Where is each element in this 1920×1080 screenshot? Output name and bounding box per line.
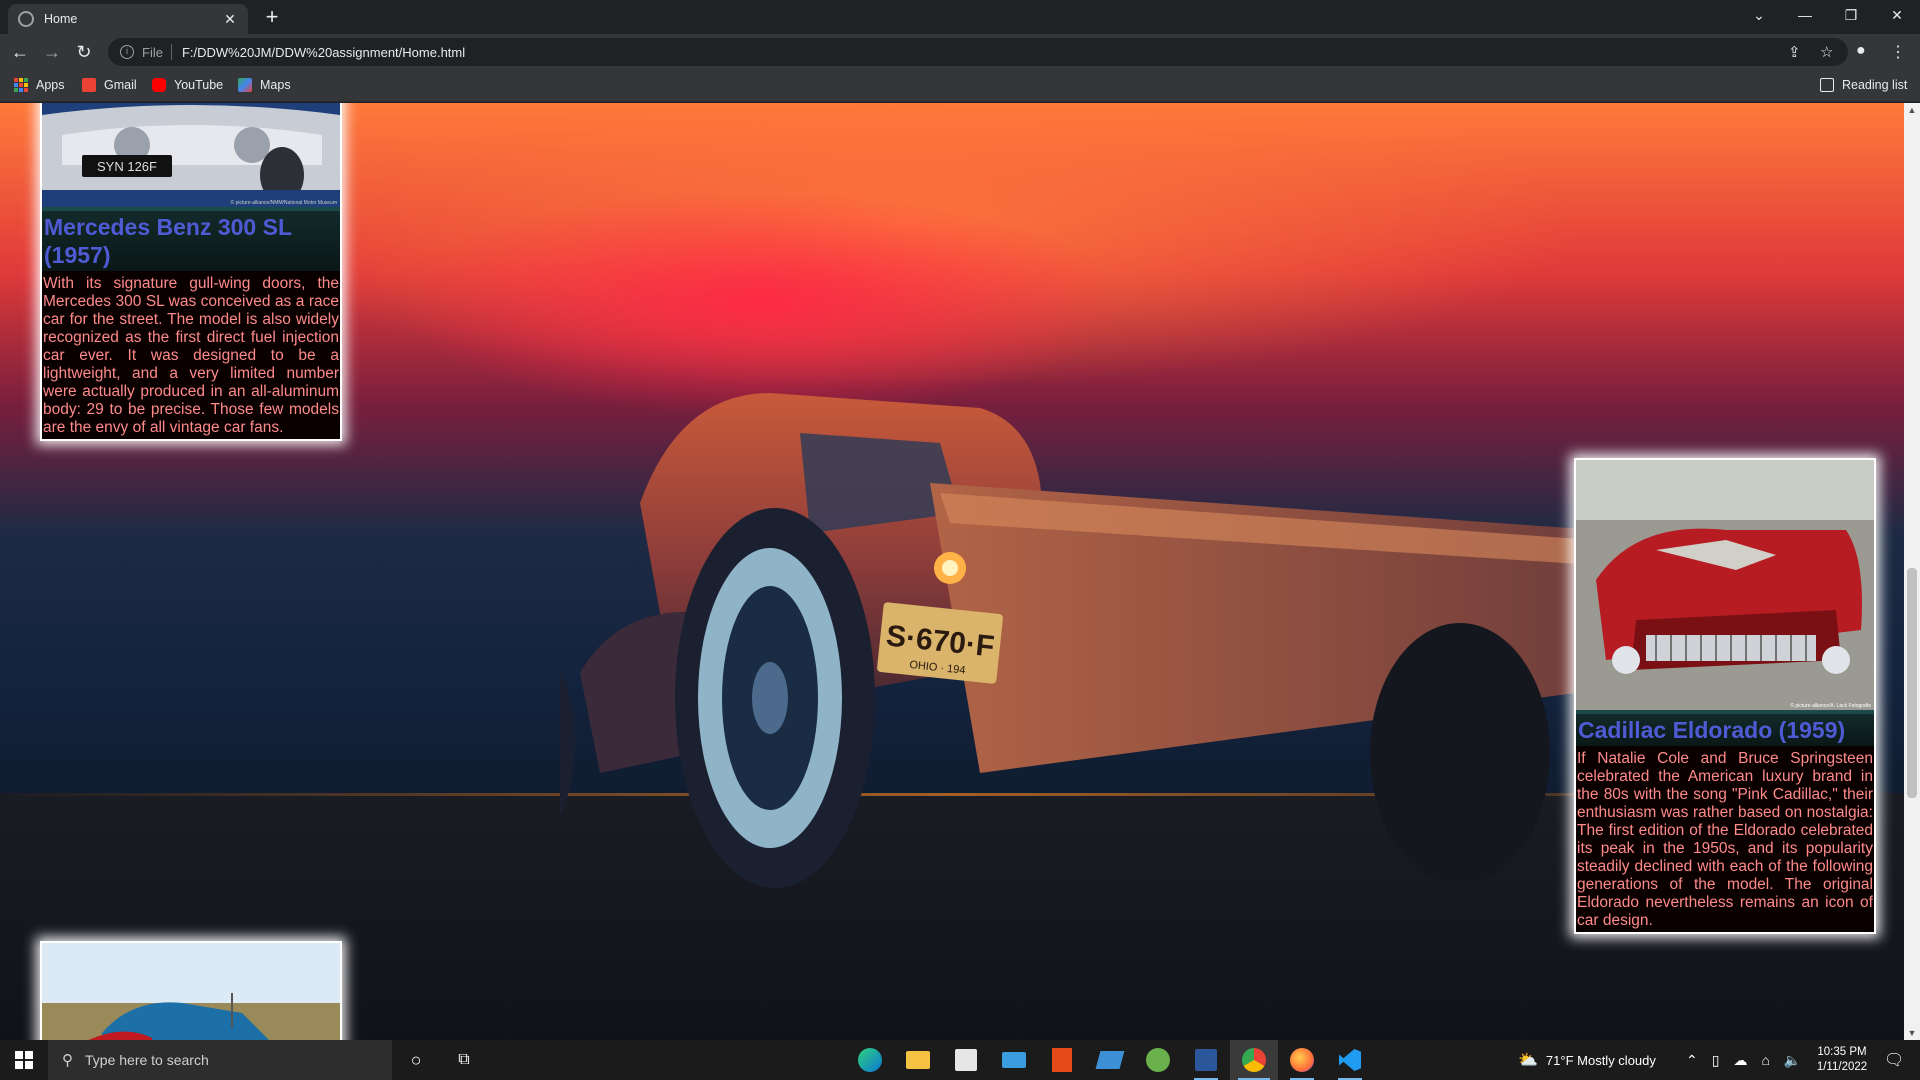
chevron-up-icon[interactable]: ⌃	[1686, 1052, 1698, 1069]
page-viewport: S·670·F OHIO · 194 SYN 126F © picture-al…	[0, 103, 1904, 1040]
search-icon: ⚲	[62, 1052, 73, 1069]
windows-start-icon[interactable]	[0, 1040, 48, 1080]
feedback-icon[interactable]	[1086, 1040, 1134, 1080]
new-tab-button[interactable]: +	[260, 6, 284, 28]
tab-search-icon[interactable]: ⌄	[1736, 0, 1782, 30]
store-icon[interactable]	[942, 1040, 990, 1080]
battery-icon[interactable]: ▯	[1712, 1052, 1720, 1069]
office-icon[interactable]	[1038, 1040, 1086, 1080]
maps-icon	[238, 78, 252, 92]
bookmark-gmail[interactable]: Gmail	[82, 78, 137, 92]
windows-taskbar: ⚲ Type here to search ○ ⧉ ⛅ 71°F Mostly …	[0, 1040, 1920, 1080]
hot-rod-truck-image: S·670·F OHIO · 194	[560, 393, 1650, 888]
url-scheme: File	[142, 44, 163, 60]
profile-icon[interactable]: ●	[1856, 42, 1866, 60]
scroll-up-arrow-icon[interactable]: ▲	[1904, 105, 1920, 115]
edge-icon[interactable]	[846, 1040, 894, 1080]
car-description: With its signature gull-wing doors, the …	[42, 271, 340, 439]
system-tray: ⌃ ▯ ☁ ⌂ 🔈	[1686, 1040, 1801, 1080]
reading-list-button[interactable]: Reading list	[1820, 78, 1907, 92]
gmail-icon	[82, 78, 96, 92]
info-icon[interactable]: i	[120, 45, 134, 59]
bookmarks-bar: Apps Gmail YouTube Maps Reading list	[0, 70, 1920, 102]
notifications-icon[interactable]: 🗨	[1884, 1040, 1904, 1080]
bookmark-youtube[interactable]: YouTube	[152, 78, 223, 92]
chrome-icon[interactable]	[1230, 1040, 1278, 1080]
bookmark-maps[interactable]: Maps	[238, 78, 291, 92]
mercedes-photo: SYN 126F © picture-alliance/NMM/National…	[42, 103, 340, 207]
youtube-icon	[152, 78, 166, 92]
url-text[interactable]: F:/DDW%20JM/DDW%20assignment/Home.html	[182, 45, 465, 60]
firefox-icon[interactable]	[1278, 1040, 1326, 1080]
weather-widget[interactable]: ⛅ 71°F Mostly cloudy	[1518, 1040, 1656, 1080]
car-name: Cadillac Eldorado (1959)	[1576, 710, 1874, 746]
taskbar-search-input[interactable]: ⚲ Type here to search	[48, 1040, 392, 1080]
word-icon[interactable]	[1182, 1040, 1230, 1080]
tab-title: Home	[44, 12, 78, 26]
share-icon[interactable]: ⇪	[1788, 43, 1801, 61]
close-tab-icon[interactable]: ✕	[222, 11, 238, 28]
car-description: If Natalie Cole and Bruce Springsteen ce…	[1576, 746, 1874, 932]
car-name: Mercedes Benz 300 SL (1957)	[42, 207, 340, 271]
vscode-icon[interactable]	[1326, 1040, 1374, 1080]
scrollbar-thumb[interactable]	[1907, 568, 1917, 798]
mail-icon[interactable]	[990, 1040, 1038, 1080]
bookmark-apps[interactable]: Apps	[14, 78, 65, 92]
network-icon[interactable]: ⌂	[1761, 1052, 1769, 1068]
forward-arrow-icon[interactable]: →	[40, 40, 64, 64]
car-photo	[42, 943, 340, 1040]
cadillac-photo: © picture-alliance/A. Lack Fotografie	[1576, 460, 1874, 710]
apps-grid-icon	[14, 78, 28, 92]
page-scrollbar[interactable]: ▲ ▼	[1904, 103, 1920, 1040]
mercedes-photo-credit: © picture-alliance/NMM/National Motor Mu…	[231, 199, 338, 206]
file-explorer-icon[interactable]	[894, 1040, 942, 1080]
utorrent-icon[interactable]	[1134, 1040, 1182, 1080]
menu-kebab-icon[interactable]: ⋮	[1890, 42, 1906, 62]
volume-icon[interactable]: 🔈	[1784, 1052, 1801, 1069]
close-window-button[interactable]: ✕	[1874, 0, 1920, 30]
cortana-icon[interactable]: ○	[392, 1040, 440, 1080]
car-card-cadillac: © picture-alliance/A. Lack Fotografie Ca…	[1574, 458, 1876, 934]
reading-list-icon	[1820, 78, 1834, 92]
globe-icon	[18, 11, 34, 27]
cadillac-photo-credit: © picture-alliance/A. Lack Fotografie	[1790, 702, 1871, 709]
browser-toolbar: ← → ↻ i File F:/DDW%20JM/DDW%20assignmen…	[0, 34, 1920, 70]
restore-button[interactable]: ❐	[1828, 0, 1874, 30]
back-arrow-icon[interactable]: ←	[8, 40, 32, 64]
bookmark-star-icon[interactable]: ☆	[1820, 43, 1833, 61]
reload-icon[interactable]: ↻	[72, 40, 96, 64]
task-view-icon[interactable]: ⧉	[440, 1040, 488, 1080]
car-card-third	[40, 941, 342, 1040]
address-bar[interactable]: i File F:/DDW%20JM/DDW%20assignment/Home…	[108, 38, 1848, 66]
tab-strip: Home ✕ + ⌄ — ❐ ✕	[0, 0, 1920, 34]
clock[interactable]: 10:35 PM 1/11/2022	[1806, 1040, 1878, 1080]
scroll-down-arrow-icon[interactable]: ▼	[1904, 1028, 1920, 1038]
mercedes-plate: SYN 126F	[97, 159, 157, 174]
car-card-mercedes: SYN 126F © picture-alliance/NMM/National…	[40, 103, 342, 441]
tab-home[interactable]: Home ✕	[8, 4, 248, 34]
minimize-button[interactable]: —	[1782, 0, 1828, 30]
cloudy-weather-icon: ⛅	[1518, 1052, 1538, 1069]
onedrive-icon[interactable]: ☁	[1733, 1052, 1747, 1069]
